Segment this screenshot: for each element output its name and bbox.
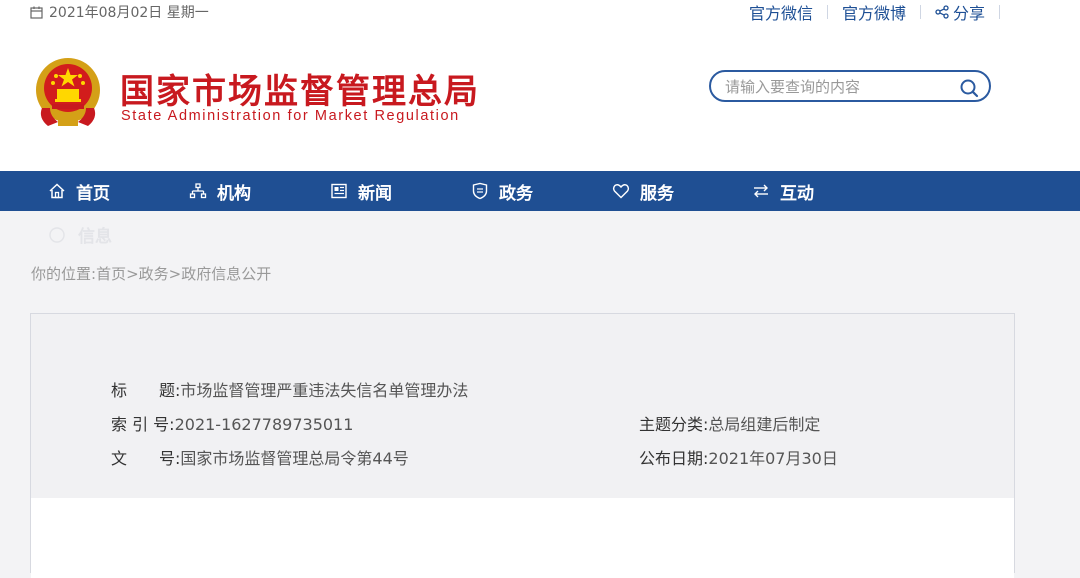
meta-doc-number-row: 文 号:国家市场监督管理总局令第44号 bbox=[111, 445, 409, 469]
divider bbox=[999, 5, 1000, 19]
nav-label: 互动 bbox=[780, 183, 814, 204]
meta-title-row: 标 题:市场监督管理严重违法失信名单管理办法 bbox=[111, 377, 468, 401]
home-icon bbox=[49, 183, 65, 199]
top-links: 官方微信 官方微博 分享 bbox=[735, 0, 1000, 24]
meta-doc-number-label: 文 号: bbox=[111, 449, 181, 468]
nav-label: 首页 bbox=[76, 183, 110, 204]
nav-overflow-label: 信息 bbox=[78, 227, 112, 247]
nav-label: 政务 bbox=[499, 183, 533, 204]
date-text: 2021年08月02日 星期一 bbox=[49, 5, 209, 21]
meta-publish-date-label: 公布日期: bbox=[639, 449, 709, 468]
share-button[interactable]: 分享 bbox=[921, 0, 999, 24]
breadcrumb: 你的位置:首页>政务>政府信息公开 bbox=[31, 263, 271, 284]
org-chart-icon bbox=[189, 183, 207, 199]
meta-topic-label: 主题分类: bbox=[639, 415, 709, 434]
meta-index-row: 索 引 号:2021-1627789735011 bbox=[111, 411, 353, 435]
meta-title-value: 市场监督管理严重违法失信名单管理办法 bbox=[180, 381, 469, 400]
nav-overflow-item: 信息 bbox=[48, 222, 112, 247]
meta-index-label: 索 引 号: bbox=[111, 415, 175, 434]
share-label: 分享 bbox=[952, 4, 985, 23]
breadcrumb-prefix: 你的位置: bbox=[31, 265, 97, 283]
meta-topic-value: 总局组建后制定 bbox=[708, 415, 821, 434]
meta-index-value: 2021-1627789735011 bbox=[174, 415, 354, 434]
meta-publish-date-value: 2021年07月30日 bbox=[708, 449, 838, 468]
heart-icon bbox=[612, 184, 630, 199]
news-icon bbox=[331, 183, 347, 199]
nav-item-home[interactable]: 首页 bbox=[48, 171, 110, 211]
document-info-card: 标 题:市场监督管理严重违法失信名单管理办法 索 引 号:2021-162778… bbox=[30, 313, 1015, 578]
breadcrumb-separator: > bbox=[126, 265, 139, 283]
nav-label: 机构 bbox=[217, 183, 251, 204]
breadcrumb-separator: > bbox=[168, 265, 182, 283]
breadcrumb-item-info-disclosure[interactable]: 政府信息公开 bbox=[181, 265, 271, 283]
meta-doc-number-value: 国家市场监督管理总局令第44号 bbox=[180, 449, 409, 468]
search-icon[interactable] bbox=[959, 78, 979, 98]
info-icon bbox=[49, 226, 65, 243]
nav-item-organization[interactable]: 机构 bbox=[189, 171, 251, 211]
official-wechat-link[interactable]: 官方微信 bbox=[735, 0, 827, 24]
nav-item-government-affairs[interactable]: 政务 bbox=[471, 171, 533, 211]
nav-item-interaction[interactable]: 互动 bbox=[752, 171, 814, 211]
nav-label: 服务 bbox=[640, 183, 674, 204]
nav-item-news[interactable]: 新闻 bbox=[330, 171, 392, 211]
site-header: 国家市场监督管理总局 State Administration for Mark… bbox=[0, 24, 1080, 171]
breadcrumb-item-government-affairs[interactable]: 政务 bbox=[139, 265, 169, 283]
meta-publish-date-row: 公布日期:2021年07月30日 bbox=[639, 445, 838, 469]
search-input[interactable] bbox=[723, 77, 947, 97]
site-title-en: State Administration for Market Regulati… bbox=[121, 108, 460, 124]
nav-item-services[interactable]: 服务 bbox=[612, 171, 674, 211]
national-emblem-logo[interactable] bbox=[34, 56, 102, 130]
top-bar: 2021年08月02日 星期一 官方微信 官方微博 分享 bbox=[0, 0, 1080, 24]
meta-title-label: 标 题: bbox=[111, 381, 181, 400]
arrows-exchange-icon bbox=[754, 184, 768, 198]
breadcrumb-item-home[interactable]: 首页 bbox=[96, 265, 126, 283]
calendar-icon bbox=[30, 6, 43, 19]
main-nav: 首页 机构 新闻 政务 服务 互动 bbox=[0, 171, 1080, 211]
site-title-cn[interactable]: 国家市场监督管理总局 bbox=[120, 64, 480, 113]
nav-label: 新闻 bbox=[358, 183, 392, 204]
official-weibo-link[interactable]: 官方微博 bbox=[828, 0, 920, 24]
share-icon bbox=[935, 5, 949, 19]
search-box bbox=[709, 70, 991, 102]
shield-icon bbox=[472, 182, 488, 200]
current-date: 2021年08月02日 星期一 bbox=[30, 2, 209, 22]
card-content-area bbox=[31, 498, 1014, 578]
meta-topic-row: 主题分类:总局组建后制定 bbox=[639, 411, 820, 435]
